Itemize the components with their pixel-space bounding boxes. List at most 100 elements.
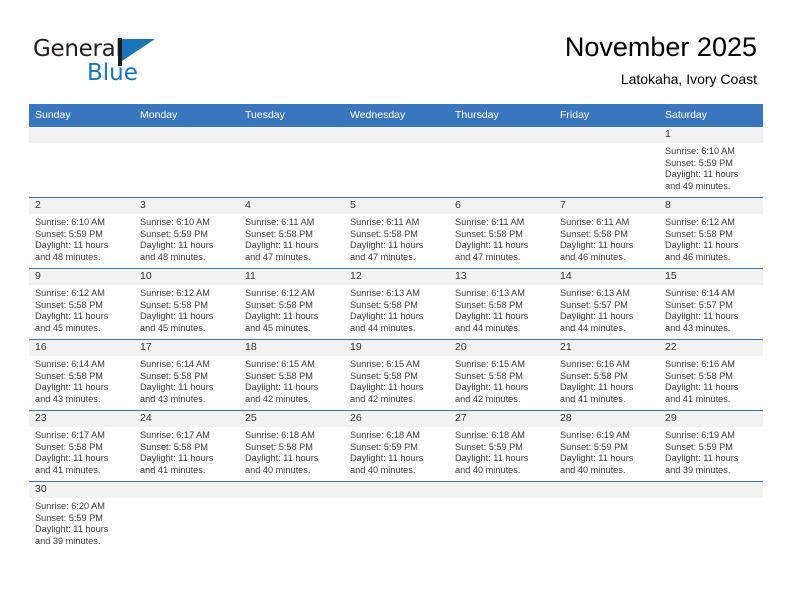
calendar-day-cell[interactable]: 14 Sunrise: 6:13 AM Sunset: 5:57 PM Dayligh… bbox=[554, 268, 659, 340]
calendar-day-cell[interactable]: 19 Sunrise: 6:15 AM Sunset: 5:58 PM Dayligh… bbox=[344, 339, 449, 411]
day-number: 10 bbox=[134, 269, 239, 285]
daylight-text-line2: and 48 minutes. bbox=[140, 251, 206, 262]
calendar-day-cell[interactable]: 25 Sunrise: 6:18 AM Sunset: 5:58 PM Dayligh… bbox=[239, 410, 344, 482]
day-number: 7 bbox=[554, 198, 659, 214]
day-number: 16 bbox=[29, 340, 134, 356]
day-details: Sunrise: 6:12 AM Sunset: 5:58 PM Daylight:… bbox=[29, 285, 134, 334]
calendar-page: General Blue November 2025 Latokaha, Ivo… bbox=[0, 0, 792, 612]
day-details: Sunrise: 6:10 AM Sunset: 5:59 PM Daylight:… bbox=[134, 214, 239, 263]
calendar-day-cell-empty bbox=[659, 481, 763, 553]
day-details: Sunrise: 6:18 AM Sunset: 5:59 PM Daylight:… bbox=[344, 427, 449, 476]
sunset-text: Sunset: 5:59 PM bbox=[350, 441, 418, 452]
weekday-header-friday: Friday bbox=[554, 104, 659, 127]
daylight-text-line2: and 44 minutes. bbox=[350, 322, 416, 333]
daylight-text-line2: and 47 minutes. bbox=[245, 251, 311, 262]
sunset-text: Sunset: 5:58 PM bbox=[455, 228, 523, 239]
daylight-text-line2: and 39 minutes. bbox=[35, 535, 101, 546]
sunrise-text: Sunrise: 6:14 AM bbox=[35, 359, 105, 369]
calendar-day-cell[interactable]: 3 Sunrise: 6:10 AM Sunset: 5:59 PM Daylight… bbox=[134, 197, 239, 269]
day-details: Sunrise: 6:16 AM Sunset: 5:58 PM Daylight:… bbox=[659, 356, 763, 405]
day-number: 28 bbox=[554, 411, 659, 427]
calendar-day-cell-empty bbox=[449, 126, 554, 198]
calendar-day-cell[interactable]: 6 Sunrise: 6:11 AM Sunset: 5:58 PM Daylight… bbox=[449, 197, 554, 269]
calendar-day-cell[interactable]: 2 Sunrise: 6:10 AM Sunset: 5:59 PM Daylight… bbox=[29, 197, 134, 269]
sunrise-text: Sunrise: 6:20 AM bbox=[35, 501, 105, 511]
calendar-day-cell[interactable]: 1 Sunrise: 6:10 AM Sunset: 5:59 PM Daylight… bbox=[659, 126, 763, 198]
calendar-day-cell[interactable]: 24 Sunrise: 6:17 AM Sunset: 5:58 PM Dayligh… bbox=[134, 410, 239, 482]
sunset-text: Sunset: 5:59 PM bbox=[665, 441, 733, 452]
calendar-day-cell[interactable]: 9 Sunrise: 6:12 AM Sunset: 5:58 PM Daylight… bbox=[29, 268, 134, 340]
calendar-day-cell[interactable]: 7 Sunrise: 6:11 AM Sunset: 5:58 PM Daylight… bbox=[554, 197, 659, 269]
day-number: 26 bbox=[344, 411, 449, 427]
sunset-text: Sunset: 5:57 PM bbox=[560, 299, 628, 310]
calendar-day-cell[interactable]: 17 Sunrise: 6:14 AM Sunset: 5:58 PM Dayligh… bbox=[134, 339, 239, 411]
weekday-header-sunday: Sunday bbox=[29, 104, 134, 127]
calendar-day-cell[interactable]: 26 Sunrise: 6:18 AM Sunset: 5:59 PM Dayligh… bbox=[344, 410, 449, 482]
day-number: 14 bbox=[554, 269, 659, 285]
calendar-week-row: 23 Sunrise: 6:17 AM Sunset: 5:58 PM Dayligh… bbox=[29, 410, 763, 482]
general-blue-logo[interactable]: General Blue bbox=[33, 36, 183, 92]
weekday-header-wednesday: Wednesday bbox=[344, 104, 449, 127]
calendar-day-cell[interactable]: 11 Sunrise: 6:12 AM Sunset: 5:58 PM Dayligh… bbox=[239, 268, 344, 340]
calendar-day-cell[interactable]: 15 Sunrise: 6:14 AM Sunset: 5:57 PM Dayligh… bbox=[659, 268, 763, 340]
calendar-day-cell[interactable]: 10 Sunrise: 6:12 AM Sunset: 5:58 PM Dayligh… bbox=[134, 268, 239, 340]
calendar-day-cell[interactable]: 18 Sunrise: 6:15 AM Sunset: 5:58 PM Dayligh… bbox=[239, 339, 344, 411]
calendar-day-cell[interactable]: 22 Sunrise: 6:16 AM Sunset: 5:58 PM Dayligh… bbox=[659, 339, 763, 411]
calendar-day-cell[interactable]: 16 Sunrise: 6:14 AM Sunset: 5:58 PM Dayligh… bbox=[29, 339, 134, 411]
calendar-day-cell[interactable]: 13 Sunrise: 6:13 AM Sunset: 5:58 PM Dayligh… bbox=[449, 268, 554, 340]
calendar-day-cell-empty bbox=[134, 481, 239, 553]
sunrise-text: Sunrise: 6:19 AM bbox=[560, 430, 630, 440]
calendar-day-cell-empty bbox=[134, 126, 239, 198]
day-details: Sunrise: 6:10 AM Sunset: 5:59 PM Daylight:… bbox=[29, 214, 134, 263]
sunrise-text: Sunrise: 6:13 AM bbox=[560, 288, 630, 298]
calendar-day-cell[interactable]: 4 Sunrise: 6:11 AM Sunset: 5:58 PM Daylight… bbox=[239, 197, 344, 269]
calendar-day-cell[interactable]: 29 Sunrise: 6:19 AM Sunset: 5:59 PM Dayligh… bbox=[659, 410, 763, 482]
day-details: Sunrise: 6:20 AM Sunset: 5:59 PM Daylight:… bbox=[29, 498, 134, 547]
sunrise-text: Sunrise: 6:15 AM bbox=[455, 359, 525, 369]
calendar-day-cell[interactable]: 12 Sunrise: 6:13 AM Sunset: 5:58 PM Dayligh… bbox=[344, 268, 449, 340]
day-number: 24 bbox=[134, 411, 239, 427]
day-number: 18 bbox=[239, 340, 344, 356]
daylight-text-line1: Daylight: 11 hours bbox=[350, 240, 424, 251]
day-number: 4 bbox=[239, 198, 344, 214]
sunset-text: Sunset: 5:58 PM bbox=[560, 228, 628, 239]
sunrise-text: Sunrise: 6:17 AM bbox=[35, 430, 105, 440]
sunset-text: Sunset: 5:58 PM bbox=[665, 228, 733, 239]
calendar-day-cell[interactable]: 28 Sunrise: 6:19 AM Sunset: 5:59 PM Dayligh… bbox=[554, 410, 659, 482]
calendar-day-cell[interactable]: 20 Sunrise: 6:15 AM Sunset: 5:58 PM Dayligh… bbox=[449, 339, 554, 411]
day-number: 27 bbox=[449, 411, 554, 427]
calendar-day-cell[interactable]: 5 Sunrise: 6:11 AM Sunset: 5:58 PM Daylight… bbox=[344, 197, 449, 269]
calendar-day-cell[interactable]: 27 Sunrise: 6:18 AM Sunset: 5:59 PM Dayligh… bbox=[449, 410, 554, 482]
calendar-day-cell[interactable]: 21 Sunrise: 6:16 AM Sunset: 5:58 PM Dayligh… bbox=[554, 339, 659, 411]
day-number: 11 bbox=[239, 269, 344, 285]
sunrise-text: Sunrise: 6:11 AM bbox=[245, 217, 315, 227]
sunset-text: Sunset: 5:58 PM bbox=[455, 299, 523, 310]
weekday-header-saturday: Saturday bbox=[659, 104, 763, 127]
daylight-text-line2: and 42 minutes. bbox=[245, 393, 311, 404]
daylight-text-line1: Daylight: 11 hours bbox=[665, 311, 739, 322]
weekday-header-thursday: Thursday bbox=[449, 104, 554, 127]
day-number: 23 bbox=[29, 411, 134, 427]
calendar-day-cell[interactable]: 8 Sunrise: 6:12 AM Sunset: 5:58 PM Daylight… bbox=[659, 197, 763, 269]
calendar-week-row: 9 Sunrise: 6:12 AM Sunset: 5:58 PM Daylight… bbox=[29, 268, 763, 340]
day-details: Sunrise: 6:13 AM Sunset: 5:57 PM Daylight:… bbox=[554, 285, 659, 334]
calendar-day-cell[interactable]: 30 Sunrise: 6:20 AM Sunset: 5:59 PM Dayligh… bbox=[29, 481, 134, 553]
daylight-text-line2: and 42 minutes. bbox=[455, 393, 521, 404]
daylight-text-line1: Daylight: 11 hours bbox=[560, 453, 634, 464]
sunrise-text: Sunrise: 6:13 AM bbox=[350, 288, 420, 298]
day-details: Sunrise: 6:14 AM Sunset: 5:58 PM Daylight:… bbox=[134, 356, 239, 405]
daylight-text-line1: Daylight: 11 hours bbox=[140, 311, 214, 322]
sunrise-text: Sunrise: 6:18 AM bbox=[455, 430, 525, 440]
daylight-text-line2: and 41 minutes. bbox=[665, 393, 731, 404]
sunset-text: Sunset: 5:59 PM bbox=[665, 157, 733, 168]
daylight-text-line2: and 45 minutes. bbox=[140, 322, 206, 333]
sunset-text: Sunset: 5:58 PM bbox=[560, 370, 628, 381]
calendar-week-row: 30 Sunrise: 6:20 AM Sunset: 5:59 PM Dayligh… bbox=[29, 481, 763, 553]
daylight-text-line2: and 41 minutes. bbox=[140, 464, 206, 475]
calendar-day-cell[interactable]: 23 Sunrise: 6:17 AM Sunset: 5:58 PM Dayligh… bbox=[29, 410, 134, 482]
day-details: Sunrise: 6:12 AM Sunset: 5:58 PM Daylight:… bbox=[239, 285, 344, 334]
daylight-text-line1: Daylight: 11 hours bbox=[350, 382, 424, 393]
sunset-text: Sunset: 5:58 PM bbox=[350, 228, 418, 239]
sunrise-text: Sunrise: 6:10 AM bbox=[665, 146, 735, 156]
day-details: Sunrise: 6:15 AM Sunset: 5:58 PM Daylight:… bbox=[239, 356, 344, 405]
